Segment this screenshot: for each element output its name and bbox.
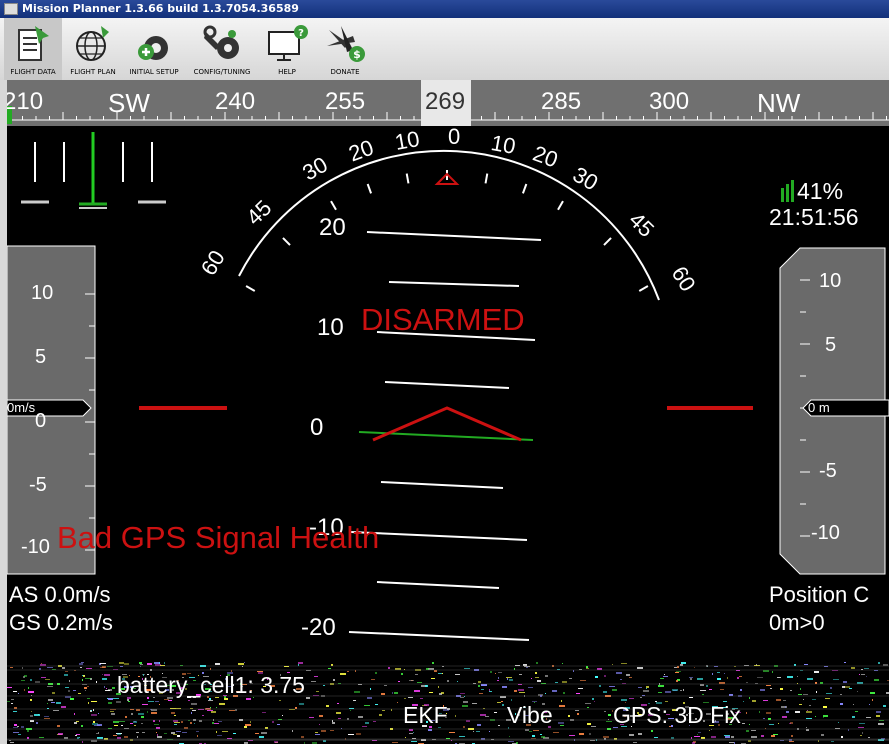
config-tuning-button[interactable]: CONFIG/TUNING <box>188 18 256 80</box>
pitch-label-0: 0 <box>310 414 324 441</box>
vibe-indicator[interactable]: Vibe <box>507 702 553 729</box>
gps-warning: Bad GPS Signal Health <box>57 520 380 555</box>
donate-button[interactable]: $ DONATE <box>316 18 374 80</box>
alt-value: 0 m <box>808 400 830 415</box>
initial-setup-button[interactable]: INITIAL SETUP <box>124 18 184 80</box>
heading-label-240: 240 <box>215 88 256 115</box>
donate-label: DONATE <box>330 68 360 76</box>
pitch-label-10: 10 <box>317 314 344 341</box>
signal-bars-icon <box>781 180 794 202</box>
app-icon <box>4 3 18 15</box>
heading-label-285: 285 <box>541 88 582 115</box>
speed-tick-5: 5 <box>35 346 47 368</box>
battery-message: battery_cell1: 3.75 <box>117 672 305 698</box>
initial-setup-label: INITIAL SETUP <box>129 68 179 76</box>
help-icon: ? <box>268 25 308 61</box>
initial-setup-icon <box>138 36 168 60</box>
alt-tick-5: 5 <box>825 334 837 356</box>
pitch-label-minus-20: -20 <box>301 614 336 641</box>
main-toolbar: FLIGHT DATA FLIGHT PLAN INITIAL SETUP CO… <box>0 18 889 81</box>
alt-tick-minus-10: -10 <box>811 522 840 544</box>
flight-data-label: FLIGHT DATA <box>10 68 56 76</box>
heading-label-nw: NW <box>757 88 801 118</box>
position-value: 0m>0 <box>769 610 825 635</box>
hud-display[interactable]: 210 SW 240 255 269 285 300 NW 60 45 30 2… <box>7 80 889 744</box>
roll-label-10-left: 10 <box>392 126 422 155</box>
flight-data-button[interactable]: FLIGHT DATA <box>4 18 62 80</box>
flight-plan-label: FLIGHT PLAN <box>70 68 116 76</box>
help-button[interactable]: ? HELP <box>258 18 316 80</box>
roll-label-10-right: 10 <box>489 130 518 159</box>
heading-label-210: 210 <box>7 88 44 115</box>
config-tuning-label: CONFIG/TUNING <box>193 68 251 76</box>
hud-graphics <box>7 80 889 744</box>
battery-percent: 41% <box>797 178 844 204</box>
donate-icon: $ <box>327 26 365 62</box>
groundspeed-readout: GS 0.2m/s <box>9 610 113 635</box>
ekf-indicator[interactable]: EKF <box>403 702 448 729</box>
heading-label-255: 255 <box>325 88 366 115</box>
flight-plan-button[interactable]: FLIGHT PLAN <box>64 18 122 80</box>
gps-indicator[interactable]: GPS: 3D Fix <box>613 702 741 729</box>
speed-tick-0: 0 <box>35 410 47 432</box>
flight-data-icon <box>18 26 49 61</box>
position-label: Position C <box>769 582 870 607</box>
heading-current: 269 <box>425 88 466 115</box>
airspeed-readout: AS 0.0m/s <box>9 582 111 607</box>
roll-label-0: 0 <box>448 124 461 149</box>
armed-status: DISARMED <box>361 302 525 337</box>
flight-plan-icon <box>76 26 109 61</box>
clock-time: 21:51:56 <box>769 204 859 230</box>
speed-value: 0m/s <box>7 400 36 415</box>
pitch-label-20: 20 <box>319 214 346 241</box>
help-label: HELP <box>278 68 296 76</box>
window-title: Mission Planner 1.3.66 build 1.3.7054.36… <box>22 2 299 15</box>
alt-tick-minus-5: -5 <box>819 460 837 482</box>
svg-text:?: ? <box>298 28 304 39</box>
alt-tick-10: 10 <box>819 270 842 292</box>
speed-tick-minus-5: -5 <box>29 474 47 496</box>
config-tuning-icon <box>203 25 239 59</box>
speed-tick-minus-10: -10 <box>21 536 50 558</box>
heading-label-sw: SW <box>108 88 150 118</box>
svg-text:$: $ <box>353 48 361 61</box>
heading-label-300: 300 <box>649 88 690 115</box>
title-bar: Mission Planner 1.3.66 build 1.3.7054.36… <box>0 0 889 18</box>
speed-tick-10: 10 <box>31 282 54 304</box>
left-panel-edge <box>0 80 7 744</box>
